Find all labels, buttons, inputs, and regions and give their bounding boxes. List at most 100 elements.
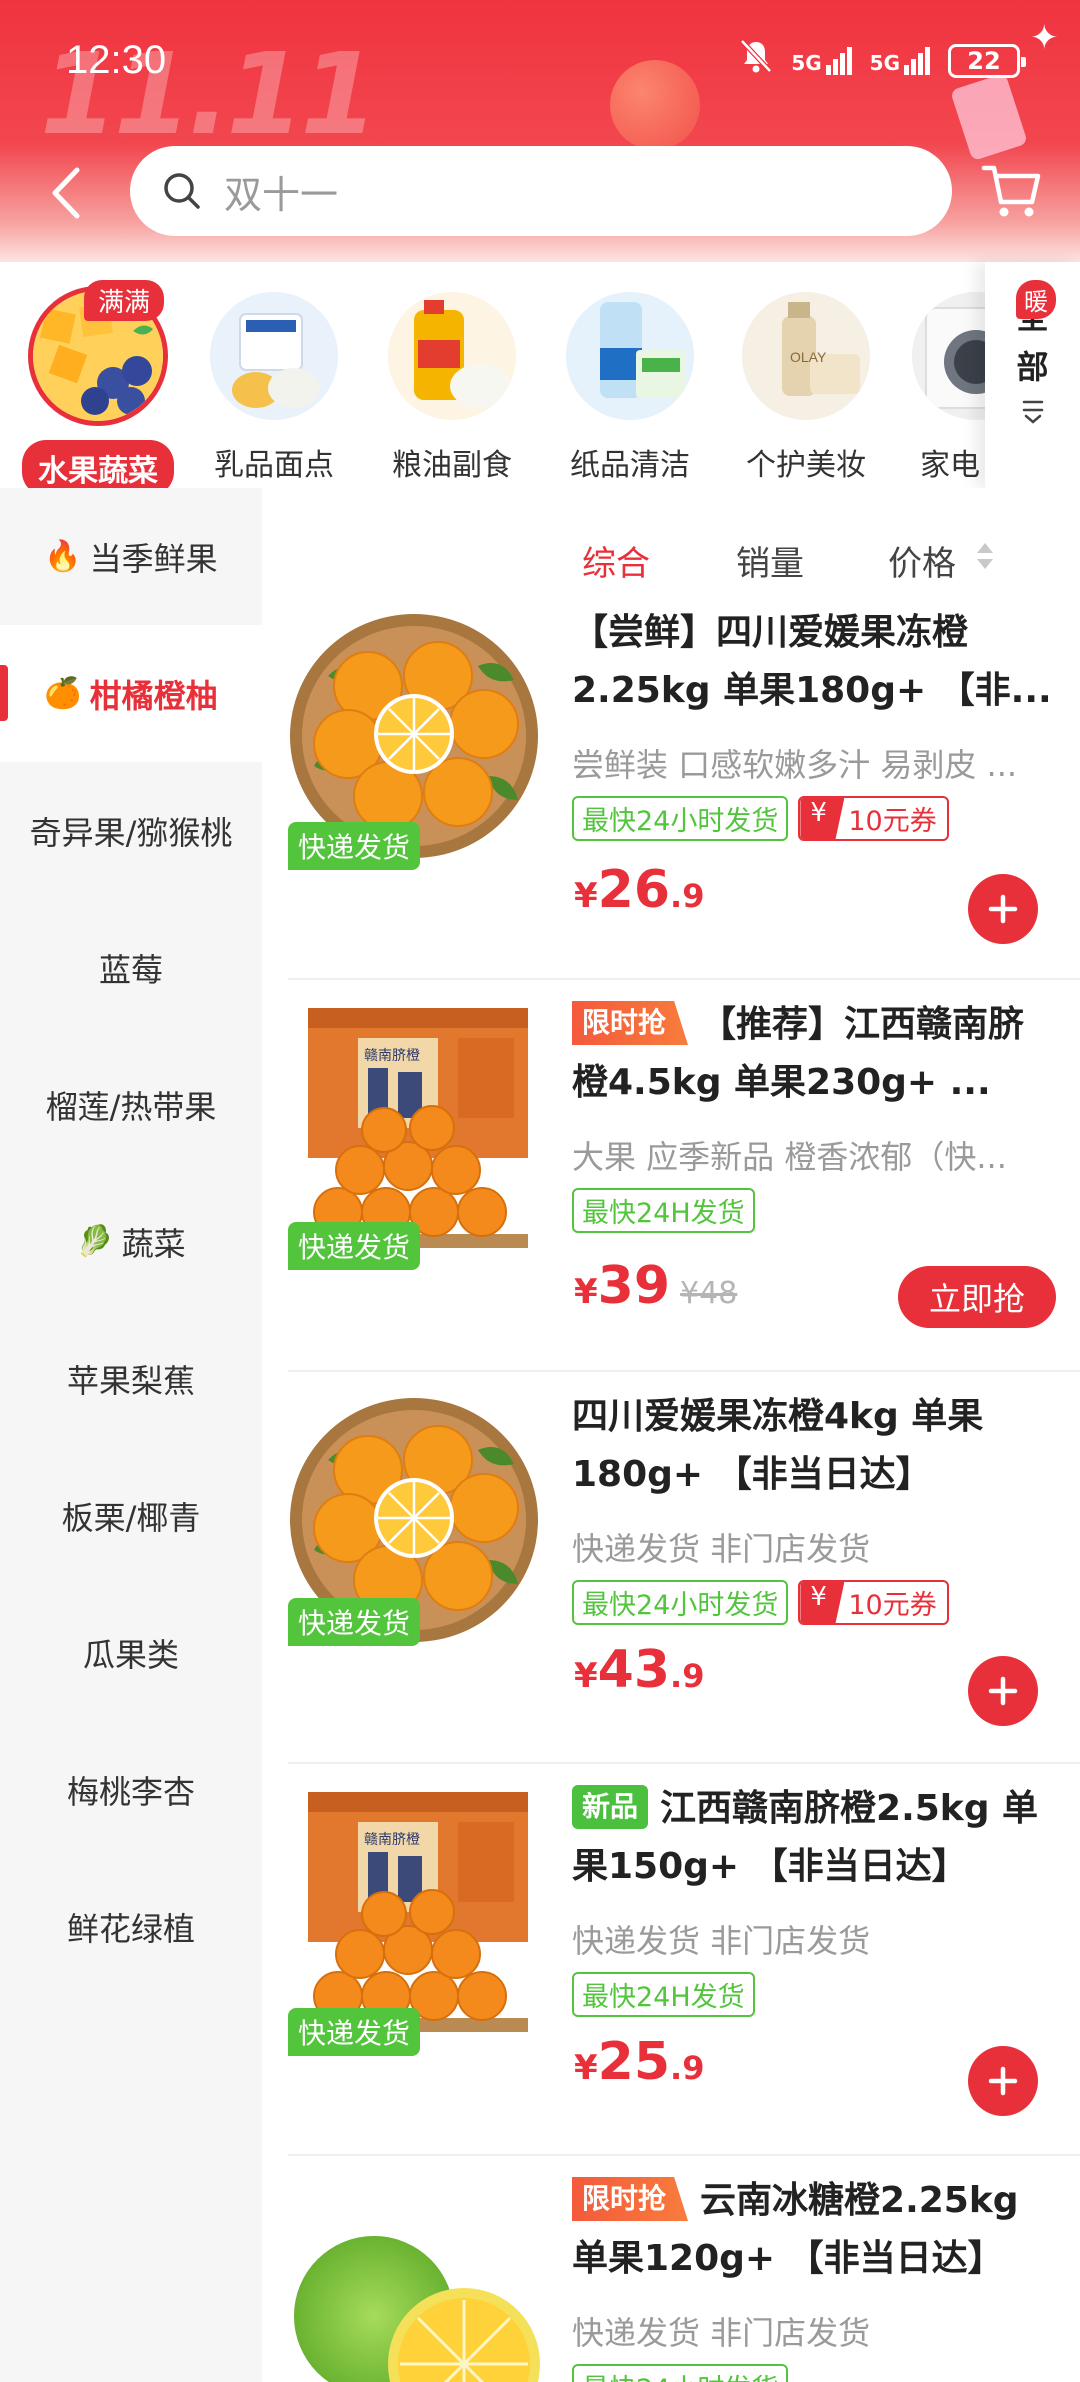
category-dairy-bakery[interactable]: 乳品面点 [194,280,354,484]
side-item-label: 榴莲/热带果 [45,1087,217,1126]
product-image-orange-box: 赣南脐橙 [308,1792,528,2032]
product-title: 新品 江西赣南脐橙2.5kg 单果150g+ 【非当日达】 [572,1780,1052,1896]
all-label-char-2: 部 [1016,348,1049,386]
product-card[interactable]: 快递发货 四川爱媛果冻橙4kg 单果180g+ 【非当日达】 快递发货 非门店发… [262,1372,1080,1764]
category-label: 乳品面点 [214,448,334,483]
status-time: 12:30 [66,38,167,82]
buy-now-button[interactable]: 立即抢 [898,1266,1056,1328]
side-item-label: 鲜花绿植 [66,1909,195,1948]
side-item-label: 板栗/椰青 [61,1498,201,1537]
flash-sale-tag: 限时抢 [572,2177,689,2221]
category-image-paper [566,292,694,420]
coupon-chip[interactable]: ¥ 10元券 [798,796,949,841]
shipping-tag: 快递发货 [288,2008,421,2056]
product-price: ¥26.9 [574,860,705,920]
product-chips: 最快24小时发货 ¥ 10元券 [572,1580,949,1625]
chevron-down-icon [1018,392,1048,442]
category-image-care: OLAY [742,292,870,420]
side-item-label: 当季鲜果 [89,539,218,578]
side-item-label: 瓜果类 [82,1635,179,1674]
side-item-seasonal[interactable]: 🔥 当季鲜果 [0,488,262,625]
add-to-cart-button[interactable] [968,1656,1038,1726]
signal-5g-icon-2: 5G [870,46,930,75]
side-item-label: 梅桃李杏 [66,1772,195,1811]
yen-icon: ¥ [800,798,845,839]
shipping-tag: 快递发货 [288,822,421,870]
cart-button[interactable] [980,160,1042,222]
fast-shipping-chip: 最快24小时发货 [572,796,789,841]
coupon-label: 10元券 [848,806,937,837]
product-subtitle: 快递发货 非门店发货 [572,1530,871,1568]
add-to-cart-button[interactable] [968,874,1038,944]
sort-arrows-icon[interactable] [974,540,996,572]
product-price: ¥25.9 [574,2032,705,2092]
fire-icon: 🔥 [44,539,82,574]
svg-text:赣南脐橙: 赣南脐橙 [364,1048,420,1064]
side-item-kiwi[interactable]: 奇异果/猕猴桃 [0,762,262,899]
svg-text:OLAY: OLAY [790,349,827,365]
add-to-cart-button[interactable] [968,2046,1038,2116]
search-placeholder: 双十一 [224,172,339,217]
shipping-tag: 快递发货 [288,1598,421,1646]
side-item-label: 柑橘橙柚 [89,676,218,715]
original-price: ¥48 [680,1276,738,1311]
product-chips: 最快24小时发货 [572,2364,789,2382]
side-item-blueberry[interactable]: 蓝莓 [0,899,262,1036]
coupon-label: 10元券 [848,1590,937,1621]
side-item-durian-tropical[interactable]: 榴莲/热带果 [0,1036,262,1173]
new-product-tag: 新品 [572,1785,649,1829]
signal-5g-icon: 5G [791,46,852,75]
status-bar: 12:30 5G 5G 22 [0,0,1080,125]
side-item-citrus[interactable]: 🍊 柑橘橙柚 [0,625,262,762]
category-grain-oil[interactable]: 粮油副食 [372,280,532,484]
category-label: 个护美妆 [746,448,866,483]
product-title: 限时抢 云南冰糖橙2.25kg 单果120g+ 【非当日达】 [572,2172,1052,2288]
product-price: ¥39 ¥48 [574,1256,738,1316]
side-item-flowers-plants[interactable]: 鲜花绿植 [0,1858,262,1995]
fast-shipping-chip: 最快24小时发货 [572,2364,789,2382]
product-title: 【尝鲜】四川爱媛果冻橙2.25kg 单果180g+ 【非... [572,612,1052,711]
side-item-apple-pear-banana[interactable]: 苹果梨蕉 [0,1310,262,1447]
plus-icon [988,2066,1018,2096]
header: 11.11 ✦ 12:30 5G 5G 22 双十一 [0,0,1080,262]
side-item-chestnut-coconut[interactable]: 板栗/椰青 [0,1447,262,1584]
sort-overall-tab[interactable]: 综合 [582,536,650,585]
product-title: 限时抢 【推荐】江西赣南脐橙4.5kg 单果230g+ ... [572,996,1052,1112]
search-bar[interactable]: 双十一 [130,146,952,236]
plus-icon [988,894,1018,924]
sort-price-tab[interactable]: 价格 [888,536,956,585]
category-label: 粮油副食 [392,448,512,483]
category-fruit-veg[interactable]: 满满 水果蔬菜 [18,280,178,496]
orange-icon: 🍊 [44,676,82,711]
sort-sales-tab[interactable]: 销量 [736,536,804,585]
battery-icon: 22 [948,43,1026,78]
product-image-rock-sugar-orange [294,2236,540,2382]
mute-bell-icon [739,38,773,83]
coupon-chip[interactable]: ¥ 10元券 [798,1580,949,1625]
side-item-label: 奇异果/猕猴桃 [29,813,233,852]
side-item-stone-fruit[interactable]: 梅桃李杏 [0,1721,262,1858]
side-item-vegetables[interactable]: 🥬 蔬菜 [0,1173,262,1310]
svg-text:赣南脐橙: 赣南脐橙 [364,1832,420,1848]
product-card[interactable]: 赣南脐橙 快递发货 新品 江西赣南脐橙2.5kg 单果150g+ 【非当日达】 快… [262,1764,1080,2156]
product-card[interactable]: 赣南脐橙 快递发货 限时抢 【推荐】江西赣南脐橙4.5kg 单果230g+ ...… [262,980,1080,1372]
shopping-cart-icon [981,165,1041,217]
fast-shipping-chip: 最快24小时发货 [572,1580,789,1625]
category-strip: 满满 水果蔬菜 乳品面点 粮油副食 纸品清洁 OLAY 个护美妆 暖 家电 [0,262,1080,496]
product-subtitle: 快递发货 非门店发货 [572,2314,871,2352]
side-item-label: 蓝莓 [98,950,163,989]
category-label: 纸品清洁 [570,448,690,483]
product-card[interactable]: 限时抢 云南冰糖橙2.25kg 单果120g+ 【非当日达】 快递发货 非门店发货… [262,2156,1080,2382]
category-personal-care[interactable]: OLAY 个护美妆 [726,280,886,484]
product-title: 四川爱媛果冻橙4kg 单果180g+ 【非当日达】 [572,1396,984,1495]
plus-icon [988,1676,1018,1706]
side-item-melons[interactable]: 瓜果类 [0,1584,262,1721]
product-card[interactable]: 快递发货 【尝鲜】四川爱媛果冻橙2.25kg 单果180g+ 【非... 尝鲜装… [262,588,1080,980]
back-button[interactable] [38,158,94,228]
yen-icon: ¥ [800,1582,845,1623]
product-image-orange-box: 赣南脐橙 [308,1008,528,1248]
category-paper-cleaning[interactable]: 纸品清洁 [550,280,710,484]
fast-shipping-chip: 最快24H发货 [572,1972,755,2017]
product-subtitle: 尝鲜装 口感软嫩多汁 易剥皮 ... [572,746,1018,784]
product-price: ¥43.9 [574,1640,705,1700]
